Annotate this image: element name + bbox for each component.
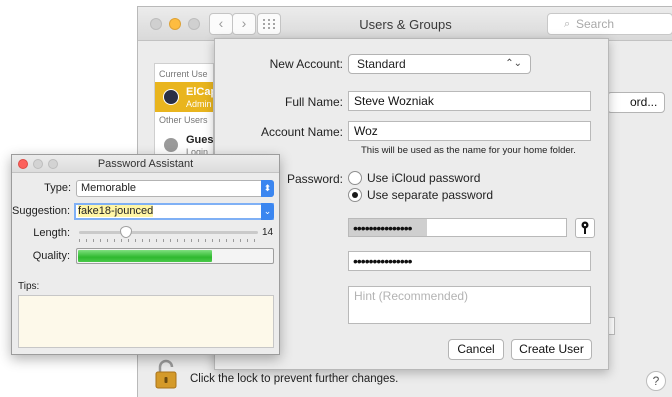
suggestion-value: fake18-jounced: [78, 205, 154, 217]
current-user-header: Current Use: [159, 69, 208, 79]
verify-field[interactable]: •••••••••••••••: [348, 251, 591, 271]
current-user-name: ElCap: [186, 86, 213, 98]
length-value: 14: [262, 227, 274, 238]
popup-arrows-icon: ⌃⌄: [505, 58, 522, 69]
full-name-label: Full Name:: [284, 95, 343, 109]
radio-icloud-password[interactable]: [348, 171, 362, 185]
account-name-field[interactable]: Woz: [348, 121, 591, 141]
search-icon: ⌕: [564, 18, 571, 30]
account-type-value: Standard: [357, 57, 406, 71]
radio-separate-password[interactable]: [348, 188, 362, 202]
quality-meter: [76, 248, 274, 264]
list-item-current-user[interactable]: ElCap Admin: [155, 82, 213, 112]
length-label: Length:: [33, 227, 70, 239]
full-name-field[interactable]: Steve Wozniak: [348, 91, 591, 111]
suggestion-combobox[interactable]: fake18-jounced ⌄: [74, 203, 274, 220]
length-slider-ticks: [79, 239, 258, 242]
guest-name: Gues: [186, 134, 214, 146]
type-popup[interactable]: Memorable ⬍: [76, 180, 274, 197]
window-titlebar: ‹ › Users & Groups ⌕ Search: [138, 7, 672, 41]
tips-label: Tips:: [18, 281, 40, 292]
hint-placeholder: Hint (Recommended): [354, 289, 469, 303]
new-account-label: New Account:: [269, 57, 343, 71]
search-field[interactable]: ⌕ Search: [547, 13, 672, 35]
tips-box: [18, 295, 274, 348]
account-type-popup[interactable]: Standard ⌃⌄: [348, 54, 531, 74]
assistant-titlebar: Password Assistant: [12, 155, 279, 173]
radio-separate-label: Use separate password: [367, 188, 494, 202]
other-users-header: Other Users: [159, 115, 208, 125]
account-name-label: Account Name:: [260, 125, 343, 139]
suggestion-label: Suggestion:: [12, 205, 71, 217]
login-options-button[interactable]: ord...: [607, 92, 665, 113]
popup-arrows-icon: ⬍: [261, 180, 274, 197]
type-value: Memorable: [81, 182, 137, 194]
hint-field[interactable]: Hint (Recommended): [348, 286, 591, 324]
current-user-role: Admin: [186, 99, 212, 109]
type-label: Type:: [44, 182, 71, 194]
create-user-button[interactable]: Create User: [511, 339, 592, 360]
search-placeholder: Search: [576, 17, 615, 31]
help-button[interactable]: ?: [646, 371, 666, 391]
password-assistant-panel: Password Assistant Type: Memorable ⬍ Sug…: [11, 154, 280, 355]
account-name-hint: This will be used as the name for your h…: [361, 145, 576, 156]
verify-value: •••••••••••••••: [353, 253, 413, 269]
quality-meter-fill: [78, 250, 212, 262]
lock-icon[interactable]: [155, 359, 177, 389]
chevron-down-icon[interactable]: ⌄: [261, 203, 274, 220]
password-assistant-button[interactable]: [575, 218, 595, 238]
key-icon: [581, 221, 589, 234]
assistant-title: Password Assistant: [97, 158, 194, 170]
password-value: •••••••••••••••: [353, 220, 413, 236]
radio-icloud-label: Use iCloud password: [367, 171, 481, 185]
password-field[interactable]: •••••••••••••••: [348, 218, 567, 237]
avatar: [163, 89, 179, 105]
cancel-button[interactable]: Cancel: [448, 339, 504, 360]
lock-hint-text: Click the lock to prevent further change…: [190, 373, 399, 385]
guest-avatar-icon: [164, 138, 178, 152]
length-slider-knob[interactable]: [120, 226, 132, 238]
length-slider-track[interactable]: [79, 231, 258, 234]
quality-label: Quality:: [32, 250, 70, 262]
